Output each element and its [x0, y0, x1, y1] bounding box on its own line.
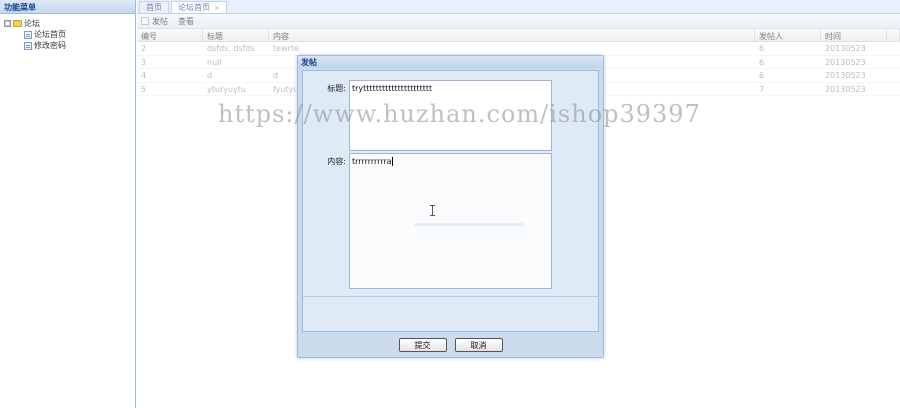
- content-label: 内容:: [327, 157, 346, 166]
- content-textarea-value: trrrrrrrrrra: [352, 157, 392, 166]
- title-input-value: trytttttttttttttttttttttt: [352, 84, 433, 93]
- tree-node-label: 论坛首页: [34, 30, 66, 39]
- content-field-row: 内容:: [303, 144, 346, 167]
- tree-toggle-icon[interactable]: □: [4, 20, 11, 27]
- form-divider: [303, 296, 598, 297]
- tree-node-label: 论坛: [24, 19, 40, 28]
- tree-node-forum[interactable]: □ 论坛: [4, 18, 131, 29]
- function-menu-panel: 功能菜单 □ 论坛 论坛首页 修改密码: [0, 0, 136, 408]
- page-icon: [24, 30, 32, 39]
- ibeam-cursor-icon: [430, 205, 436, 216]
- content-textarea[interactable]: trrrrrrrrrra: [349, 153, 552, 289]
- title-label: 标题:: [327, 84, 346, 93]
- text-caret: [391, 157, 393, 166]
- tree-node-forum-home[interactable]: 论坛首页: [4, 29, 131, 40]
- folder-icon: [13, 20, 22, 27]
- dialog-title[interactable]: 发帖: [298, 56, 603, 68]
- cancel-button[interactable]: 取消: [454, 338, 503, 352]
- tree-node-label: 修改密码: [34, 41, 66, 50]
- submit-button[interactable]: 提交: [398, 338, 447, 352]
- function-menu-title: 功能菜单: [0, 0, 135, 14]
- tree-node-change-password[interactable]: 修改密码: [4, 40, 131, 51]
- post-dialog: 发帖 标题: trytttttttttttttttttttttt 内容: trr…: [297, 55, 604, 358]
- title-input[interactable]: trytttttttttttttttttttttt: [349, 80, 552, 151]
- loading-bar: [414, 223, 524, 226]
- menu-tree: □ 论坛 论坛首页 修改密码: [0, 14, 135, 55]
- page-icon: [24, 41, 32, 50]
- dialog-form: 标题: trytttttttttttttttttttttt 内容: trrrrr…: [302, 70, 599, 332]
- title-field-row: 标题:: [303, 71, 346, 94]
- dialog-footer: 提交 取消: [298, 334, 603, 356]
